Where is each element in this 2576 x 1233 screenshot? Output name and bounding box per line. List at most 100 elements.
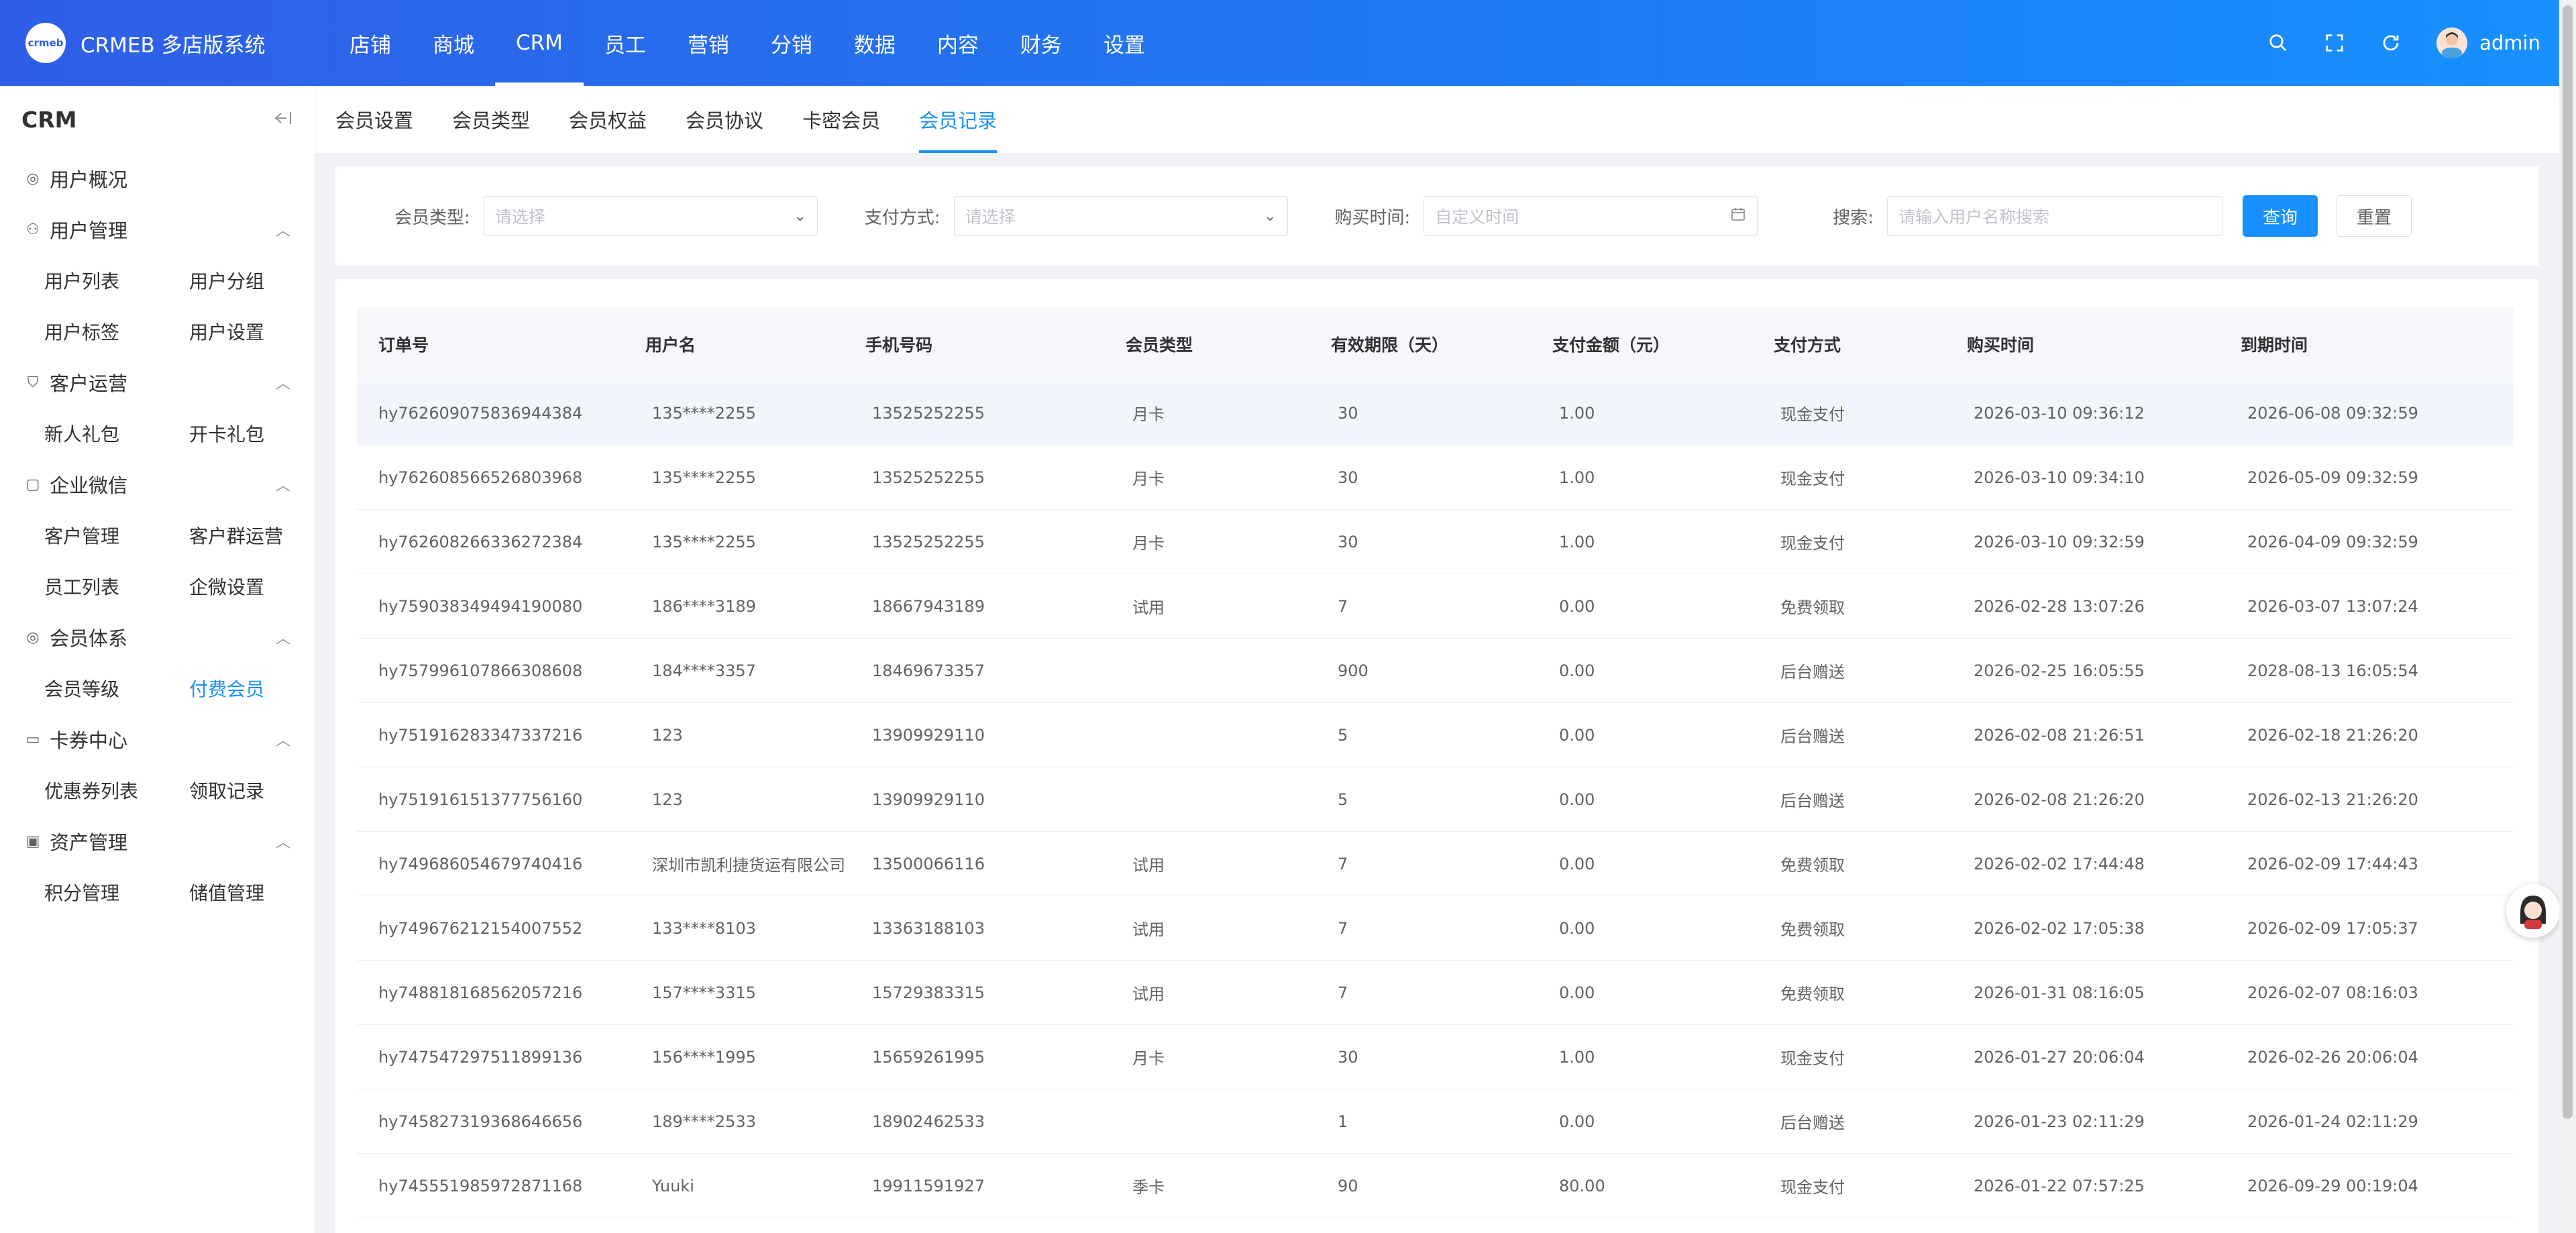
customer-service-avatar-icon[interactable] — [2506, 884, 2560, 938]
table-cell: 15729383315 — [844, 960, 1104, 1025]
table-cell: 2026-02-13 21:26:20 — [2219, 767, 2514, 832]
table-cell: 现金支付 — [1752, 509, 1945, 574]
member-icon: ◎ — [26, 629, 40, 646]
sidebar-item[interactable]: 客户管理 — [44, 510, 189, 561]
buy-time-picker[interactable]: 自定义时间 — [1424, 196, 1758, 236]
table-cell: 2026-01-31 08:16:05 — [1945, 960, 2219, 1025]
top-nav-item[interactable]: 内容 — [916, 0, 1000, 86]
tab[interactable]: 卡密会员 — [802, 86, 880, 153]
table-cell: 1.00 — [1531, 381, 1752, 445]
buy-time-placeholder: 自定义时间 — [1435, 207, 1519, 227]
top-nav-item[interactable]: CRM — [495, 0, 584, 86]
sidebar-group-label: 用户管理 — [50, 219, 128, 242]
sidebar-group-label: 卡券中心 — [50, 729, 128, 752]
column-header: 有效期限（天） — [1331, 335, 1449, 355]
top-nav-item[interactable]: 商城 — [412, 0, 495, 86]
top-nav-item[interactable]: 财务 — [1000, 0, 1083, 86]
sidebar-item-overview[interactable]: ◎ 用户概况 — [0, 153, 315, 204]
table-cell: 试用 — [1104, 896, 1309, 961]
table-row[interactable]: hy749686054679740416 深圳市凯利捷货运有限公司 13500066… — [357, 831, 2514, 896]
tab[interactable]: 会员设置 — [335, 86, 413, 153]
refresh-icon[interactable] — [2363, 33, 2419, 53]
table-row[interactable]: hy745827319368646656 189****2533 189024625… — [357, 1089, 2514, 1154]
sidebar-item-label: 用户概况 — [50, 168, 128, 191]
table-cell: hy749686054679740416 — [357, 831, 624, 896]
sidebar-group-label: 会员体系 — [50, 627, 128, 650]
tab[interactable]: 会员权益 — [569, 86, 647, 153]
wallet-icon: ▣ — [25, 833, 40, 850]
sidebar-item[interactable]: 用户列表 — [44, 255, 189, 306]
table-cell: 2026-02-26 20:06:04 — [2219, 1024, 2514, 1089]
sidebar-group[interactable]: ◎ 会员体系 ︿ — [0, 612, 315, 663]
collapse-sidebar-icon[interactable] — [272, 109, 293, 129]
table-row[interactable]: hy762608566526803968 135****2255 135252522… — [357, 445, 2514, 510]
sidebar-item[interactable]: 付费会员 — [189, 663, 334, 714]
sidebar-item[interactable]: 企微设置 — [189, 561, 334, 612]
pay-method-label: 支付方式: — [864, 207, 941, 228]
sidebar-group[interactable]: ⚇ 用户管理 ︿ — [0, 204, 315, 255]
table-cell: 试用 — [1104, 960, 1309, 1025]
table-row[interactable]: hy751916283347337216 123 13909929110 5 0.00 后… — [357, 702, 2514, 767]
table-cell: 157****3315 — [624, 960, 844, 1025]
sidebar-item[interactable]: 积分管理 — [44, 867, 189, 918]
top-nav-item[interactable]: 员工 — [584, 0, 667, 86]
sidebar-group[interactable]: ▭ 卡券中心 ︿ — [0, 714, 315, 765]
table-row[interactable]: hy757996107866308608 184****3357 184696733… — [357, 638, 2514, 703]
table-row[interactable]: hy749676212154007552 133****8103 133631881… — [357, 896, 2514, 961]
sidebar-item[interactable]: 开卡礼包 — [189, 408, 334, 459]
scrollbar-thumb[interactable] — [2563, 5, 2573, 1119]
sidebar-item[interactable]: 领取记录 — [189, 765, 334, 816]
sidebar-item[interactable]: 新人礼包 — [44, 408, 189, 459]
sidebar-item[interactable]: 用户分组 — [189, 255, 334, 306]
search-label: 搜索: — [1833, 207, 1874, 228]
table-cell: 现金支付 — [1752, 1024, 1945, 1089]
sidebar-item[interactable]: 会员等级 — [44, 663, 189, 714]
table-cell: 1.00 — [1531, 1024, 1752, 1089]
table-row[interactable]: hy745551985972871168 Yuuki 19911591927 季卡 90… — [357, 1153, 2514, 1218]
sidebar-item[interactable]: 优惠券列表 — [44, 765, 189, 816]
table-cell: 后台赠送 — [1752, 702, 1945, 767]
sidebar-item[interactable]: 员工列表 — [44, 561, 189, 612]
user-name[interactable]: admin — [2479, 32, 2540, 54]
table-cell: 2026-02-07 08:16:03 — [2219, 960, 2514, 1025]
top-nav-item[interactable]: 营销 — [667, 0, 750, 86]
page-scrollbar[interactable] — [2559, 0, 2576, 1233]
tab[interactable]: 会员协议 — [686, 86, 763, 153]
sidebar-submenu: 用户列表 用户分组 用户标签 用户设置 — [0, 255, 315, 357]
table-row[interactable]: hy759038349494190080 186****3189 186679431… — [357, 574, 2514, 639]
fullscreen-icon[interactable] — [2306, 33, 2363, 53]
top-nav-item[interactable]: 数据 — [833, 0, 916, 86]
table-row[interactable]: hy748818168562057216 157****3315 157293833… — [357, 960, 2514, 1025]
brand[interactable]: crmeb CRMEB 多店版系统 — [0, 23, 329, 63]
query-button[interactable]: 查询 — [2243, 195, 2318, 237]
table-row[interactable]: hy762608266336272384 135****2255 135252522… — [357, 509, 2514, 574]
table-cell: 0.00 — [1531, 702, 1752, 767]
top-nav-item[interactable]: 分销 — [750, 0, 833, 86]
sidebar-item[interactable]: 储值管理 — [189, 867, 334, 918]
sidebar-group[interactable]: ⛉ 客户运营 ︿ — [0, 357, 315, 408]
pay-method-select[interactable]: 请选择 ⌄ — [953, 196, 1288, 236]
search-input[interactable]: 请输入用户名称搜索 — [1887, 196, 2223, 236]
table-cell: 13525252255 — [844, 445, 1104, 510]
table-row[interactable]: hy751916151377756160 123 13909929110 5 0.00 后… — [357, 767, 2514, 832]
sidebar-group[interactable]: ▣ 资产管理 ︿ — [0, 816, 315, 867]
avatar[interactable] — [2436, 28, 2468, 58]
sidebar-group[interactable]: ▢ 企业微信 ︿ — [0, 459, 315, 510]
table-row[interactable]: hy762609075836944384 135****2255 135252522… — [357, 381, 2514, 445]
sidebar-item[interactable]: 用户设置 — [189, 306, 334, 357]
sidebar-item[interactable]: 用户标签 — [44, 306, 189, 357]
tab[interactable]: 会员类型 — [452, 86, 530, 153]
table-row[interactable]: hy747547297511899136 156****1995 156592619… — [357, 1024, 2514, 1089]
top-nav-item[interactable]: 店铺 — [329, 0, 412, 86]
table-cell: 90 — [1309, 1153, 1531, 1218]
table-cell: 7 — [1309, 574, 1531, 639]
table-cell: 2026-01-22 07:57:25 — [1945, 1153, 2219, 1218]
reset-button[interactable]: 重置 — [2337, 195, 2412, 237]
sidebar-item[interactable]: 客户群运营 — [189, 510, 334, 561]
table-cell: 2026-02-02 17:05:38 — [1945, 896, 2219, 961]
member-type-select[interactable]: 请选择 ⌄ — [483, 196, 818, 236]
top-nav-item[interactable]: 设置 — [1083, 0, 1166, 86]
tab[interactable]: 会员记录 — [919, 86, 998, 153]
search-icon[interactable] — [2250, 33, 2306, 53]
table-cell: 7 — [1309, 831, 1531, 896]
